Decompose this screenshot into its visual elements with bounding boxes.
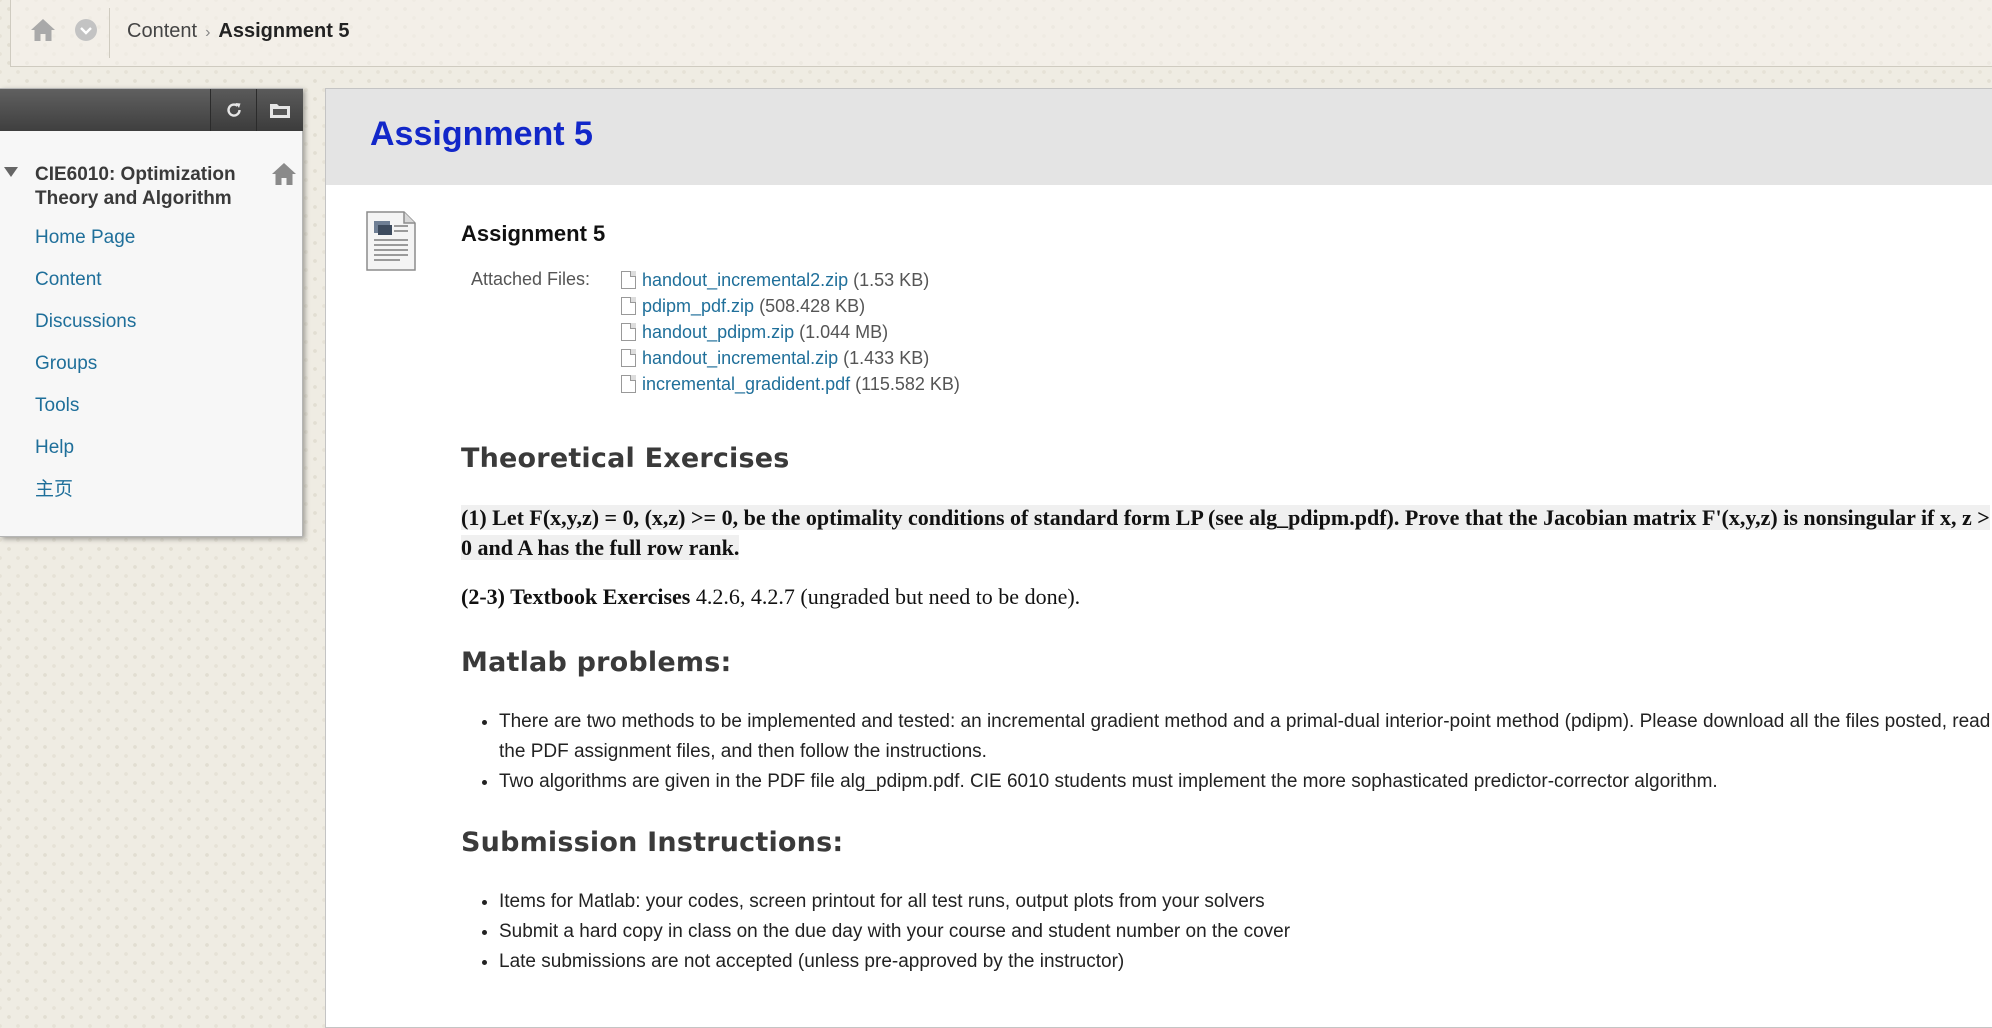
file-item: handout_pdipm.zip (1.044 MB) <box>621 321 960 347</box>
menu-item-zhuye[interactable]: 主页 <box>35 479 136 521</box>
theoretical-heading: Theoretical Exercises <box>461 443 790 474</box>
file-item: incremental_gradident.pdf (115.582 KB) <box>621 373 960 399</box>
file-size: (1.433 KB) <box>843 348 930 368</box>
breadcrumb-bar: Content › Assignment 5 <box>10 0 1992 67</box>
file-icon <box>621 271 636 289</box>
file-link[interactable]: handout_incremental2.zip <box>642 270 848 290</box>
file-icon <box>621 323 636 341</box>
refresh-icon[interactable] <box>210 89 257 131</box>
file-size: (1.53 KB) <box>853 270 930 290</box>
home-icon[interactable] <box>29 16 57 44</box>
list-item: Submit a hard copy in class on the due d… <box>499 917 1992 947</box>
file-item: handout_incremental.zip (1.433 KB) <box>621 347 960 373</box>
attached-files: Attached Files: handout_incremental2.zip… <box>461 269 1991 399</box>
file-link[interactable]: handout_incremental.zip <box>642 348 838 368</box>
menu-item-tools[interactable]: Tools <box>35 395 136 437</box>
file-size: (508.428 KB) <box>759 296 866 316</box>
file-icon <box>621 297 636 315</box>
course-menu-links: Home Page Content Discussions Groups Too… <box>35 227 136 521</box>
menu-item-help[interactable]: Help <box>35 437 136 479</box>
exercise-1: (1) Let F(x,y,z) = 0, (x,z) >= 0, be the… <box>461 503 1992 563</box>
list-item: Late submissions are not accepted (unles… <box>499 947 1992 977</box>
breadcrumb: Content › Assignment 5 <box>127 20 350 43</box>
file-icon <box>621 375 636 393</box>
course-menu: CIE6010: Optimization Theory and Algorit… <box>0 88 303 537</box>
collapse-caret-icon[interactable] <box>4 167 18 177</box>
list-item: There are two methods to be implemented … <box>499 707 1992 767</box>
exercise-2-3-text: 4.2.6, 4.2.7 (ungraded but need to be do… <box>690 584 1081 609</box>
chevron-down-icon[interactable] <box>75 19 97 41</box>
file-item: handout_incremental2.zip (1.53 KB) <box>621 269 960 295</box>
folder-icon[interactable] <box>256 89 303 131</box>
file-link[interactable]: handout_pdipm.zip <box>642 322 794 342</box>
submission-list: Items for Matlab: your codes, screen pri… <box>461 887 1992 977</box>
exercise-2-3-label: (2-3) Textbook Exercises <box>461 584 691 609</box>
breadcrumb-divider <box>109 8 110 58</box>
breadcrumb-item-current: Assignment 5 <box>218 20 350 42</box>
file-size: (115.582 KB) <box>855 374 960 394</box>
breadcrumb-item-content[interactable]: Content <box>127 20 197 42</box>
file-link[interactable]: incremental_gradident.pdf <box>642 374 850 394</box>
course-menu-toolbar <box>0 89 303 131</box>
breadcrumb-separator-icon: › <box>205 24 211 41</box>
menu-item-discussions[interactable]: Discussions <box>35 311 136 353</box>
course-title[interactable]: CIE6010: Optimization Theory and Algorit… <box>35 163 250 211</box>
file-link[interactable]: pdipm_pdf.zip <box>642 296 754 316</box>
matlab-list: There are two methods to be implemented … <box>461 707 1992 797</box>
file-item: pdipm_pdf.zip (508.428 KB) <box>621 295 960 321</box>
menu-item-content[interactable]: Content <box>35 269 136 311</box>
document-icon <box>366 211 416 271</box>
content-item: Assignment 5 Attached Files: handout_inc… <box>461 221 1991 399</box>
list-item: Items for Matlab: your codes, screen pri… <box>499 887 1992 917</box>
file-size: (1.044 MB) <box>799 322 889 342</box>
item-title: Assignment 5 <box>461 221 606 246</box>
submission-heading: Submission Instructions: <box>461 827 844 858</box>
file-list: handout_incremental2.zip (1.53 KB) pdipm… <box>621 269 960 399</box>
list-item: Two algorithms are given in the PDF file… <box>499 767 1992 797</box>
exercise-2-3: (2-3) Textbook Exercises 4.2.6, 4.2.7 (u… <box>461 582 1961 612</box>
content-panel: Assignment 5 Assignment 5 Attached Files… <box>325 88 1992 1028</box>
content-header: Assignment 5 <box>326 89 1992 185</box>
attached-files-label: Attached Files: <box>471 269 591 289</box>
exercise-1-text: (1) Let F(x,y,z) = 0, (x,z) >= 0, be the… <box>461 505 1990 560</box>
menu-item-home-page[interactable]: Home Page <box>35 227 136 269</box>
matlab-heading: Matlab problems: <box>461 647 732 678</box>
menu-item-groups[interactable]: Groups <box>35 353 136 395</box>
course-home-icon[interactable] <box>270 161 298 187</box>
page-title: Assignment 5 <box>370 115 593 153</box>
file-icon <box>621 349 636 367</box>
